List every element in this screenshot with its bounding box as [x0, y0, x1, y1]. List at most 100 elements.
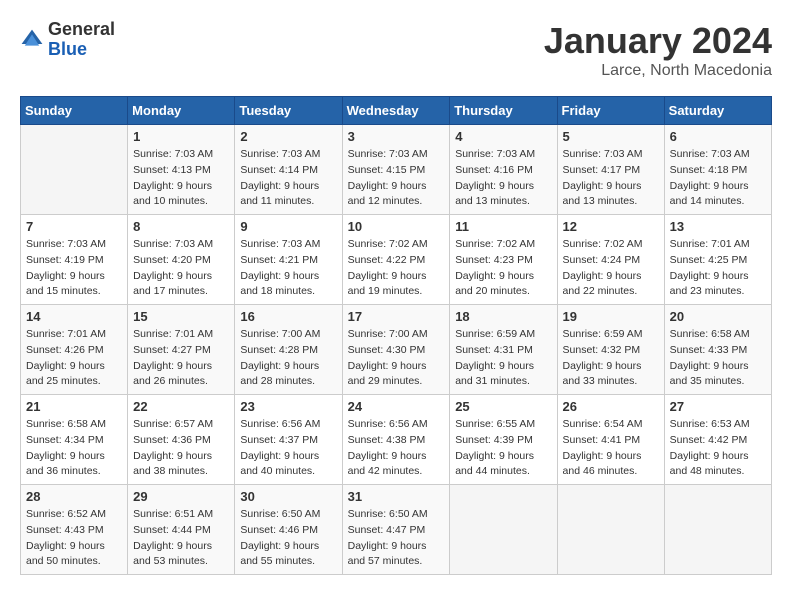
header-day-sunday: Sunday: [21, 97, 128, 125]
calendar-body: 1 Sunrise: 7:03 AMSunset: 4:13 PMDaylight…: [21, 125, 772, 575]
day-number: 31: [348, 489, 445, 504]
day-info: Sunrise: 6:54 AMSunset: 4:41 PMDaylight:…: [563, 417, 659, 480]
day-info: Sunrise: 6:52 AMSunset: 4:43 PMDaylight:…: [26, 507, 122, 570]
day-info: Sunrise: 7:03 AMSunset: 4:20 PMDaylight:…: [133, 237, 229, 300]
calendar-cell: 25 Sunrise: 6:55 AMSunset: 4:39 PMDayligh…: [450, 395, 557, 485]
calendar-cell: [557, 485, 664, 575]
day-info: Sunrise: 6:56 AMSunset: 4:38 PMDaylight:…: [348, 417, 445, 480]
calendar-cell: 19 Sunrise: 6:59 AMSunset: 4:32 PMDayligh…: [557, 305, 664, 395]
day-number: 12: [563, 219, 659, 234]
calendar-header: SundayMondayTuesdayWednesdayThursdayFrid…: [21, 97, 772, 125]
calendar-cell: 17 Sunrise: 7:00 AMSunset: 4:30 PMDayligh…: [342, 305, 450, 395]
day-number: 9: [240, 219, 336, 234]
week-row-4: 21 Sunrise: 6:58 AMSunset: 4:34 PMDayligh…: [21, 395, 772, 485]
day-number: 7: [26, 219, 122, 234]
day-number: 13: [670, 219, 766, 234]
day-number: 27: [670, 399, 766, 414]
day-info: Sunrise: 6:50 AMSunset: 4:46 PMDaylight:…: [240, 507, 336, 570]
day-info: Sunrise: 7:00 AMSunset: 4:30 PMDaylight:…: [348, 327, 445, 390]
calendar-cell: 27 Sunrise: 6:53 AMSunset: 4:42 PMDayligh…: [664, 395, 771, 485]
day-number: 1: [133, 129, 229, 144]
location: Larce, North Macedonia: [544, 62, 772, 80]
day-number: 4: [455, 129, 551, 144]
day-number: 15: [133, 309, 229, 324]
day-info: Sunrise: 7:03 AMSunset: 4:18 PMDaylight:…: [670, 147, 766, 210]
header-day-thursday: Thursday: [450, 97, 557, 125]
calendar-cell: 29 Sunrise: 6:51 AMSunset: 4:44 PMDayligh…: [128, 485, 235, 575]
day-number: 10: [348, 219, 445, 234]
logo: General Blue: [20, 20, 115, 60]
day-number: 24: [348, 399, 445, 414]
day-info: Sunrise: 7:02 AMSunset: 4:23 PMDaylight:…: [455, 237, 551, 300]
day-number: 30: [240, 489, 336, 504]
calendar-cell: 8 Sunrise: 7:03 AMSunset: 4:20 PMDaylight…: [128, 215, 235, 305]
day-info: Sunrise: 7:02 AMSunset: 4:22 PMDaylight:…: [348, 237, 445, 300]
day-number: 23: [240, 399, 336, 414]
header-day-tuesday: Tuesday: [235, 97, 342, 125]
header-row: SundayMondayTuesdayWednesdayThursdayFrid…: [21, 97, 772, 125]
day-number: 21: [26, 399, 122, 414]
day-number: 29: [133, 489, 229, 504]
day-number: 20: [670, 309, 766, 324]
calendar-cell: 18 Sunrise: 6:59 AMSunset: 4:31 PMDayligh…: [450, 305, 557, 395]
calendar-cell: 31Sunrise: 6:50 AMSunset: 4:47 PMDayligh…: [342, 485, 450, 575]
day-info: Sunrise: 6:59 AMSunset: 4:31 PMDaylight:…: [455, 327, 551, 390]
calendar-cell: 15 Sunrise: 7:01 AMSunset: 4:27 PMDayligh…: [128, 305, 235, 395]
calendar-cell: 10 Sunrise: 7:02 AMSunset: 4:22 PMDayligh…: [342, 215, 450, 305]
logo-general: General: [48, 20, 115, 40]
calendar-cell: 12Sunrise: 7:02 AMSunset: 4:24 PMDayligh…: [557, 215, 664, 305]
day-info: Sunrise: 7:03 AMSunset: 4:21 PMDaylight:…: [240, 237, 336, 300]
week-row-3: 14Sunrise: 7:01 AMSunset: 4:26 PMDayligh…: [21, 305, 772, 395]
day-info: Sunrise: 7:03 AMSunset: 4:13 PMDaylight:…: [133, 147, 229, 210]
calendar-cell: [21, 125, 128, 215]
calendar-cell: 3Sunrise: 7:03 AMSunset: 4:15 PMDaylight…: [342, 125, 450, 215]
day-info: Sunrise: 6:56 AMSunset: 4:37 PMDaylight:…: [240, 417, 336, 480]
day-number: 18: [455, 309, 551, 324]
day-number: 16: [240, 309, 336, 324]
day-info: Sunrise: 6:58 AMSunset: 4:34 PMDaylight:…: [26, 417, 122, 480]
calendar-cell: 28 Sunrise: 6:52 AMSunset: 4:43 PMDayligh…: [21, 485, 128, 575]
day-number: 11: [455, 219, 551, 234]
day-info: Sunrise: 6:59 AMSunset: 4:32 PMDaylight:…: [563, 327, 659, 390]
month-title: January 2024: [544, 20, 772, 62]
title-block: January 2024 Larce, North Macedonia: [544, 20, 772, 80]
logo-icon: [20, 28, 44, 52]
week-row-5: 28 Sunrise: 6:52 AMSunset: 4:43 PMDayligh…: [21, 485, 772, 575]
calendar-cell: 30 Sunrise: 6:50 AMSunset: 4:46 PMDayligh…: [235, 485, 342, 575]
logo-blue: Blue: [48, 40, 115, 60]
calendar-cell: 2 Sunrise: 7:03 AMSunset: 4:14 PMDaylight…: [235, 125, 342, 215]
day-number: 25: [455, 399, 551, 414]
day-info: Sunrise: 7:01 AMSunset: 4:27 PMDaylight:…: [133, 327, 229, 390]
calendar-cell: 23 Sunrise: 6:56 AMSunset: 4:37 PMDayligh…: [235, 395, 342, 485]
day-info: Sunrise: 7:03 AMSunset: 4:16 PMDaylight:…: [455, 147, 551, 210]
calendar-cell: 24 Sunrise: 6:56 AMSunset: 4:38 PMDayligh…: [342, 395, 450, 485]
day-info: Sunrise: 7:03 AMSunset: 4:19 PMDaylight:…: [26, 237, 122, 300]
calendar-cell: 26Sunrise: 6:54 AMSunset: 4:41 PMDayligh…: [557, 395, 664, 485]
day-info: Sunrise: 7:03 AMSunset: 4:17 PMDaylight:…: [563, 147, 659, 210]
calendar-table: SundayMondayTuesdayWednesdayThursdayFrid…: [20, 96, 772, 575]
calendar-cell: 4 Sunrise: 7:03 AMSunset: 4:16 PMDaylight…: [450, 125, 557, 215]
calendar-cell: 9 Sunrise: 7:03 AMSunset: 4:21 PMDaylight…: [235, 215, 342, 305]
day-info: Sunrise: 7:03 AMSunset: 4:14 PMDaylight:…: [240, 147, 336, 210]
calendar-cell: 14Sunrise: 7:01 AMSunset: 4:26 PMDayligh…: [21, 305, 128, 395]
day-info: Sunrise: 6:51 AMSunset: 4:44 PMDaylight:…: [133, 507, 229, 570]
day-number: 28: [26, 489, 122, 504]
day-info: Sunrise: 6:53 AMSunset: 4:42 PMDaylight:…: [670, 417, 766, 480]
header-day-wednesday: Wednesday: [342, 97, 450, 125]
page-header: General Blue January 2024 Larce, North M…: [20, 20, 772, 80]
calendar-cell: 6 Sunrise: 7:03 AMSunset: 4:18 PMDaylight…: [664, 125, 771, 215]
logo-text: General Blue: [48, 20, 115, 60]
day-info: Sunrise: 6:55 AMSunset: 4:39 PMDaylight:…: [455, 417, 551, 480]
day-number: 19: [563, 309, 659, 324]
calendar-cell: 1 Sunrise: 7:03 AMSunset: 4:13 PMDaylight…: [128, 125, 235, 215]
week-row-2: 7 Sunrise: 7:03 AMSunset: 4:19 PMDaylight…: [21, 215, 772, 305]
calendar-cell: 5Sunrise: 7:03 AMSunset: 4:17 PMDaylight…: [557, 125, 664, 215]
calendar-cell: 22Sunrise: 6:57 AMSunset: 4:36 PMDayligh…: [128, 395, 235, 485]
day-info: Sunrise: 7:03 AMSunset: 4:15 PMDaylight:…: [348, 147, 445, 210]
calendar-cell: 11 Sunrise: 7:02 AMSunset: 4:23 PMDayligh…: [450, 215, 557, 305]
day-info: Sunrise: 6:58 AMSunset: 4:33 PMDaylight:…: [670, 327, 766, 390]
day-number: 2: [240, 129, 336, 144]
day-number: 8: [133, 219, 229, 234]
day-number: 17: [348, 309, 445, 324]
day-number: 6: [670, 129, 766, 144]
